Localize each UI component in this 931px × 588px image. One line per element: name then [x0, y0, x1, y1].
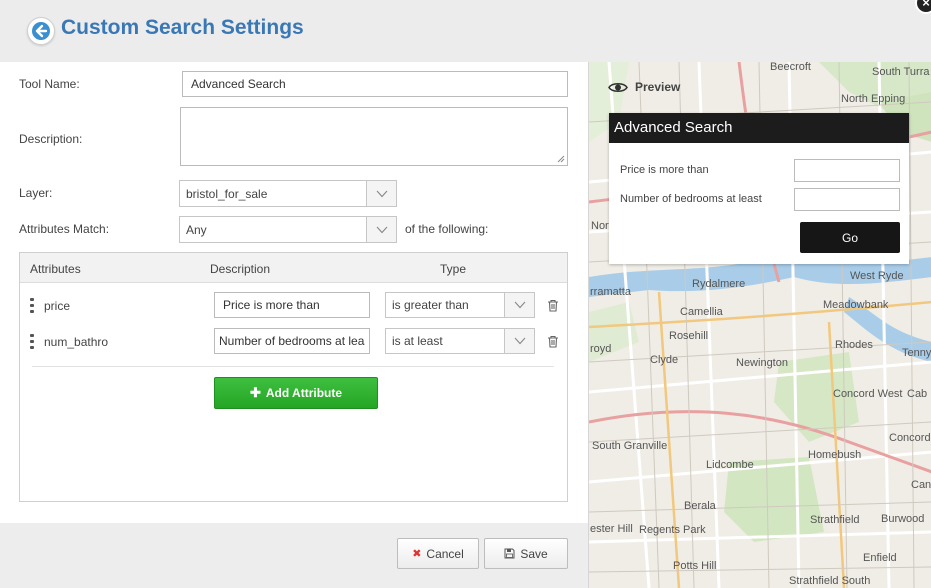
map-label: Camellia: [680, 306, 723, 318]
map-label: Homebush: [808, 449, 862, 461]
map-label: Rhodes: [835, 339, 873, 351]
tool-name-input[interactable]: [182, 71, 568, 97]
attributes-match-suffix: of the following:: [405, 222, 489, 236]
column-header-type: Type: [440, 262, 467, 276]
add-attribute-label: Add Attribute: [265, 386, 343, 400]
preview-field-label: Number of bedrooms at least: [620, 193, 762, 205]
attribute-name: num_bathro: [44, 335, 109, 349]
floppy-disk-icon: [504, 548, 515, 559]
attribute-type-value: is at least: [392, 334, 443, 348]
map-label: Potts Hill: [673, 560, 717, 572]
layer-select-value: bristol_for_sale: [186, 186, 268, 201]
map-label: Enfield: [863, 552, 897, 564]
attributes-table-header: Attributes Description Type: [20, 253, 567, 283]
map-label: ester Hill: [590, 523, 633, 535]
map-label: Concord West: [833, 388, 903, 400]
close-icon: ✖: [412, 548, 422, 560]
page-header: Custom Search Settings: [0, 0, 931, 62]
layer-select[interactable]: bristol_for_sale: [179, 180, 397, 207]
layer-label: Layer:: [19, 186, 53, 200]
search-preview-card: Advanced Search Price is more than Numbe…: [609, 113, 909, 264]
map-label: Berala: [684, 500, 716, 512]
chevron-down-icon[interactable]: [504, 293, 534, 317]
description-label: Description:: [19, 132, 83, 146]
save-button[interactable]: Save: [484, 538, 568, 569]
back-arrow-icon: [32, 22, 50, 40]
description-textarea[interactable]: [180, 107, 568, 166]
preview-label-text: Preview: [635, 80, 681, 94]
preview-label: Preview: [608, 80, 680, 94]
map-label: Strathfield South: [789, 575, 871, 587]
map-label: Cab: [907, 388, 928, 400]
chevron-down-icon[interactable]: [504, 329, 534, 353]
map-label: Clyde: [650, 354, 679, 366]
map-label: South Granville: [592, 440, 668, 452]
go-button[interactable]: Go: [800, 222, 900, 253]
page-title: Custom Search Settings: [61, 16, 304, 39]
save-label: Save: [520, 546, 548, 561]
plus-icon: ✚: [249, 385, 261, 400]
column-header-description: Description: [210, 262, 271, 276]
resize-grip-icon[interactable]: [557, 155, 565, 163]
map-label: Concord: [889, 432, 931, 444]
map-label: Beecroft: [770, 62, 811, 73]
attributes-match-value: Any: [186, 222, 207, 237]
attribute-type-select[interactable]: is at least: [385, 328, 535, 354]
trash-icon[interactable]: [547, 335, 559, 348]
preview-title: Advanced Search: [609, 113, 909, 143]
map-label: royd: [590, 343, 612, 355]
map-label: Burwood: [881, 513, 925, 525]
chevron-down-icon[interactable]: [366, 217, 396, 242]
back-button[interactable]: [27, 17, 55, 45]
chevron-down-icon[interactable]: [366, 181, 396, 206]
add-attribute-button[interactable]: ✚ Add Attribute: [214, 377, 378, 409]
attribute-name: price: [44, 299, 71, 313]
column-header-attributes: Attributes: [30, 262, 81, 276]
attribute-type-value: is greater than: [392, 298, 469, 312]
map-label: rramatta: [590, 286, 631, 298]
attributes-table: Attributes Description Type price is gre…: [19, 252, 568, 502]
map-label: Lidcombe: [706, 459, 754, 471]
preview-bedrooms-input[interactable]: [794, 188, 900, 211]
attribute-description-input[interactable]: [214, 328, 370, 354]
map-label: Strathfield: [810, 514, 860, 526]
attributes-match-select[interactable]: Any: [179, 216, 397, 243]
map-label: Regents Park: [639, 524, 706, 536]
drag-handle-icon[interactable]: [30, 334, 34, 349]
map-label: Tenny: [902, 347, 931, 359]
attribute-description-input[interactable]: [214, 292, 370, 318]
map-label: Rosehill: [669, 330, 709, 342]
preview-price-input[interactable]: [794, 159, 900, 182]
preview-field-label: Price is more than: [620, 164, 709, 176]
attribute-type-select[interactable]: is greater than: [385, 292, 535, 318]
map-label: West Ryde: [850, 270, 904, 282]
cancel-label: Cancel: [426, 546, 464, 561]
eye-icon: [608, 82, 628, 92]
cancel-button[interactable]: ✖ Cancel: [397, 538, 479, 569]
divider: [32, 366, 554, 367]
map-label: Meadowbank: [823, 299, 889, 311]
drag-handle-icon[interactable]: [30, 298, 34, 313]
map-label: Rydalmere: [692, 278, 746, 290]
map-label: North Epping: [841, 93, 906, 105]
map-label: South Turra: [872, 66, 930, 78]
map-label: Newington: [736, 357, 788, 369]
trash-icon[interactable]: [547, 299, 559, 312]
map-label: Cana: [911, 479, 931, 491]
attributes-match-label: Attributes Match:: [19, 222, 110, 236]
tool-name-label: Tool Name:: [19, 77, 80, 91]
